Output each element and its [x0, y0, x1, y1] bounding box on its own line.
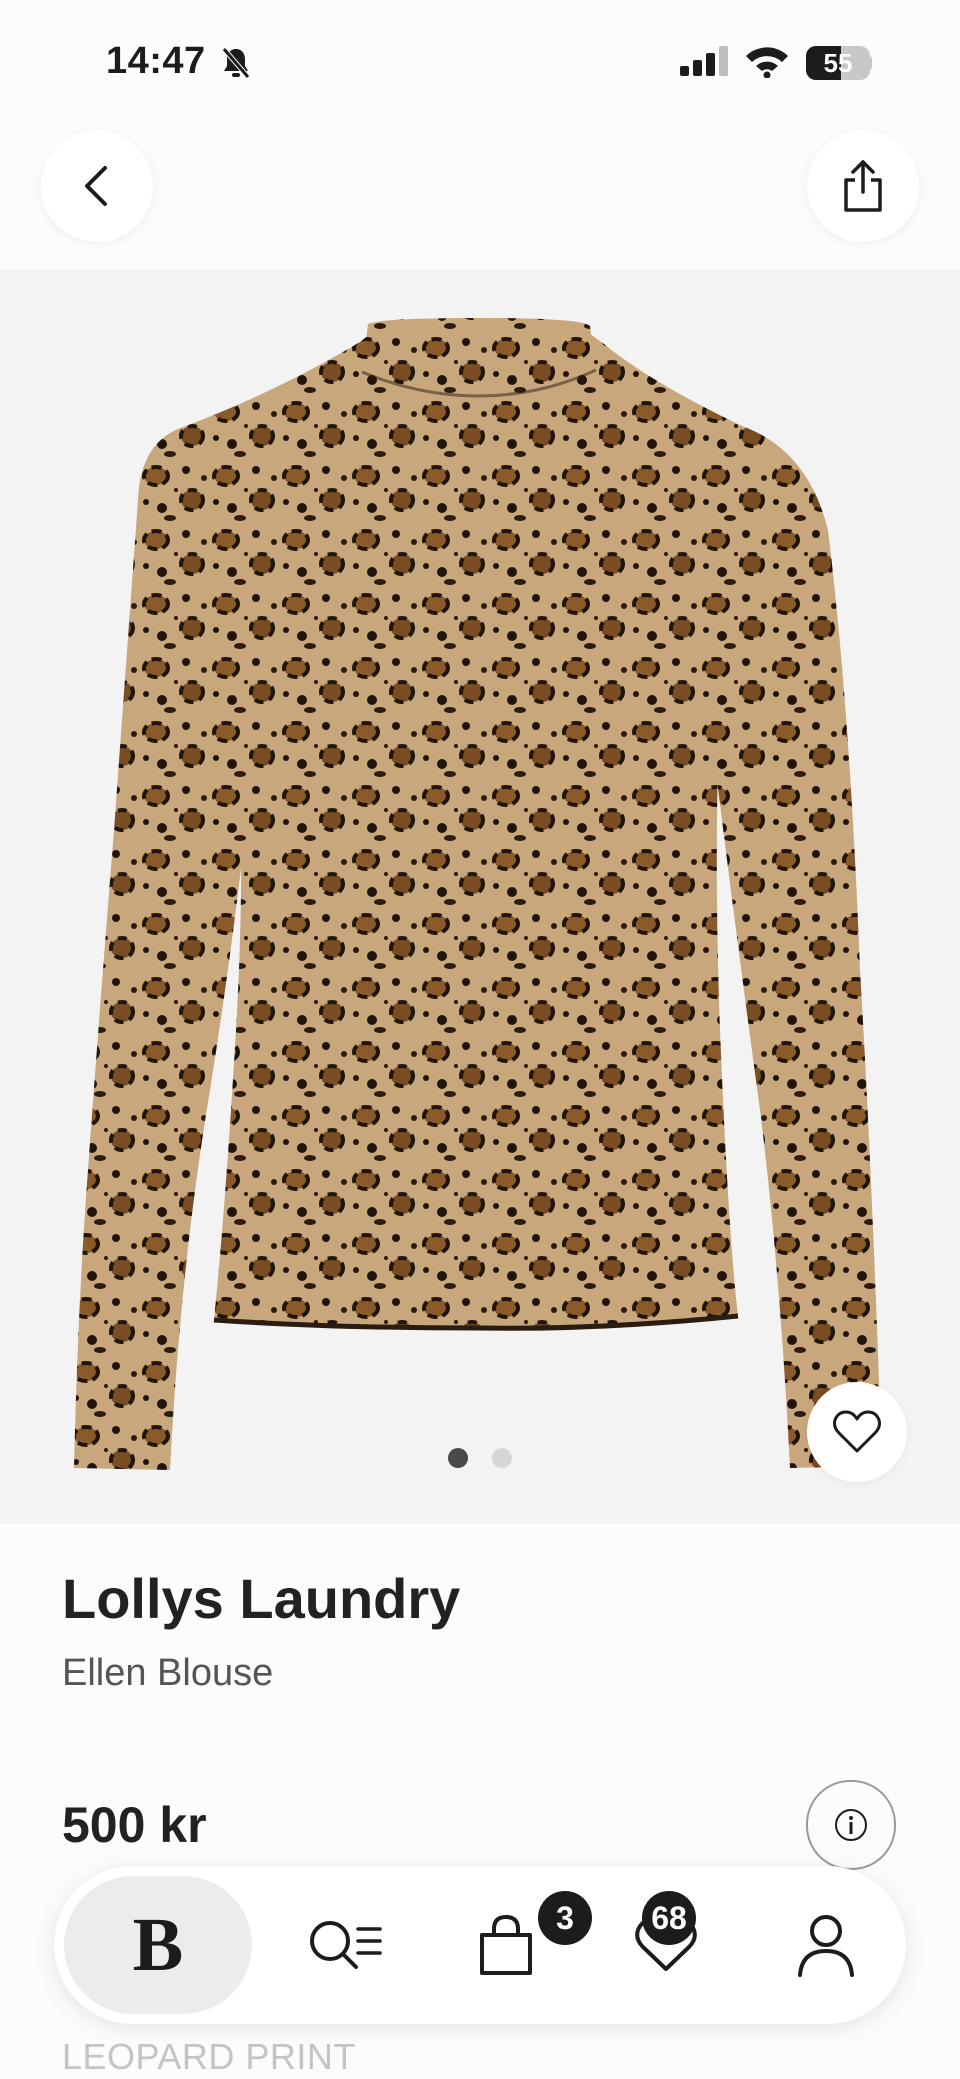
pagination-dot[interactable]	[492, 1448, 512, 1468]
image-pagination-dots	[448, 1448, 512, 1468]
chevron-left-icon	[85, 166, 107, 206]
tab-wishlist[interactable]	[596, 1866, 736, 2024]
shopping-bag-icon	[480, 1914, 532, 1975]
battery-tip	[868, 56, 872, 70]
tab-search[interactable]	[276, 1866, 416, 2024]
wishlist-count-badge: 68	[642, 1891, 696, 1945]
pagination-dot[interactable]	[448, 1448, 468, 1468]
tab-profile[interactable]	[756, 1866, 896, 2024]
info-icon	[835, 1809, 867, 1841]
bag-count-badge: 3	[538, 1891, 592, 1945]
brand-name[interactable]: Lollys Laundry	[62, 1566, 460, 1631]
battery-indicator: 55	[806, 46, 870, 80]
status-time: 14:47	[106, 40, 206, 82]
product-color: LEOPARD PRINT	[62, 2036, 356, 2077]
user-icon	[798, 1915, 854, 1977]
top-navigation	[0, 130, 960, 270]
product-image	[74, 318, 882, 1470]
bell-slash-icon	[220, 46, 252, 85]
add-to-wishlist-button[interactable]	[807, 1382, 907, 1482]
tab-home[interactable]: B	[64, 1876, 252, 2014]
price-info-button[interactable]	[806, 1780, 896, 1870]
wifi-icon	[744, 44, 790, 83]
battery-level: 55	[823, 48, 853, 78]
back-button[interactable]	[41, 130, 153, 242]
cellular-signal-icon	[680, 46, 730, 81]
product-price: 500 kr	[62, 1797, 207, 1853]
product-name: Ellen Blouse	[62, 1652, 274, 1694]
bottom-tab-bar: B 3 68	[54, 1866, 906, 2024]
tab-shopping-bag[interactable]	[436, 1866, 576, 2024]
share-icon	[844, 160, 882, 212]
brand-logo: B	[132, 1902, 184, 1987]
product-image-gallery[interactable]	[0, 270, 960, 1524]
search-list-icon	[310, 1921, 382, 1969]
status-bar: 14:47 55	[0, 0, 960, 130]
heart-outline-icon	[833, 1410, 881, 1453]
share-button[interactable]	[807, 130, 919, 242]
